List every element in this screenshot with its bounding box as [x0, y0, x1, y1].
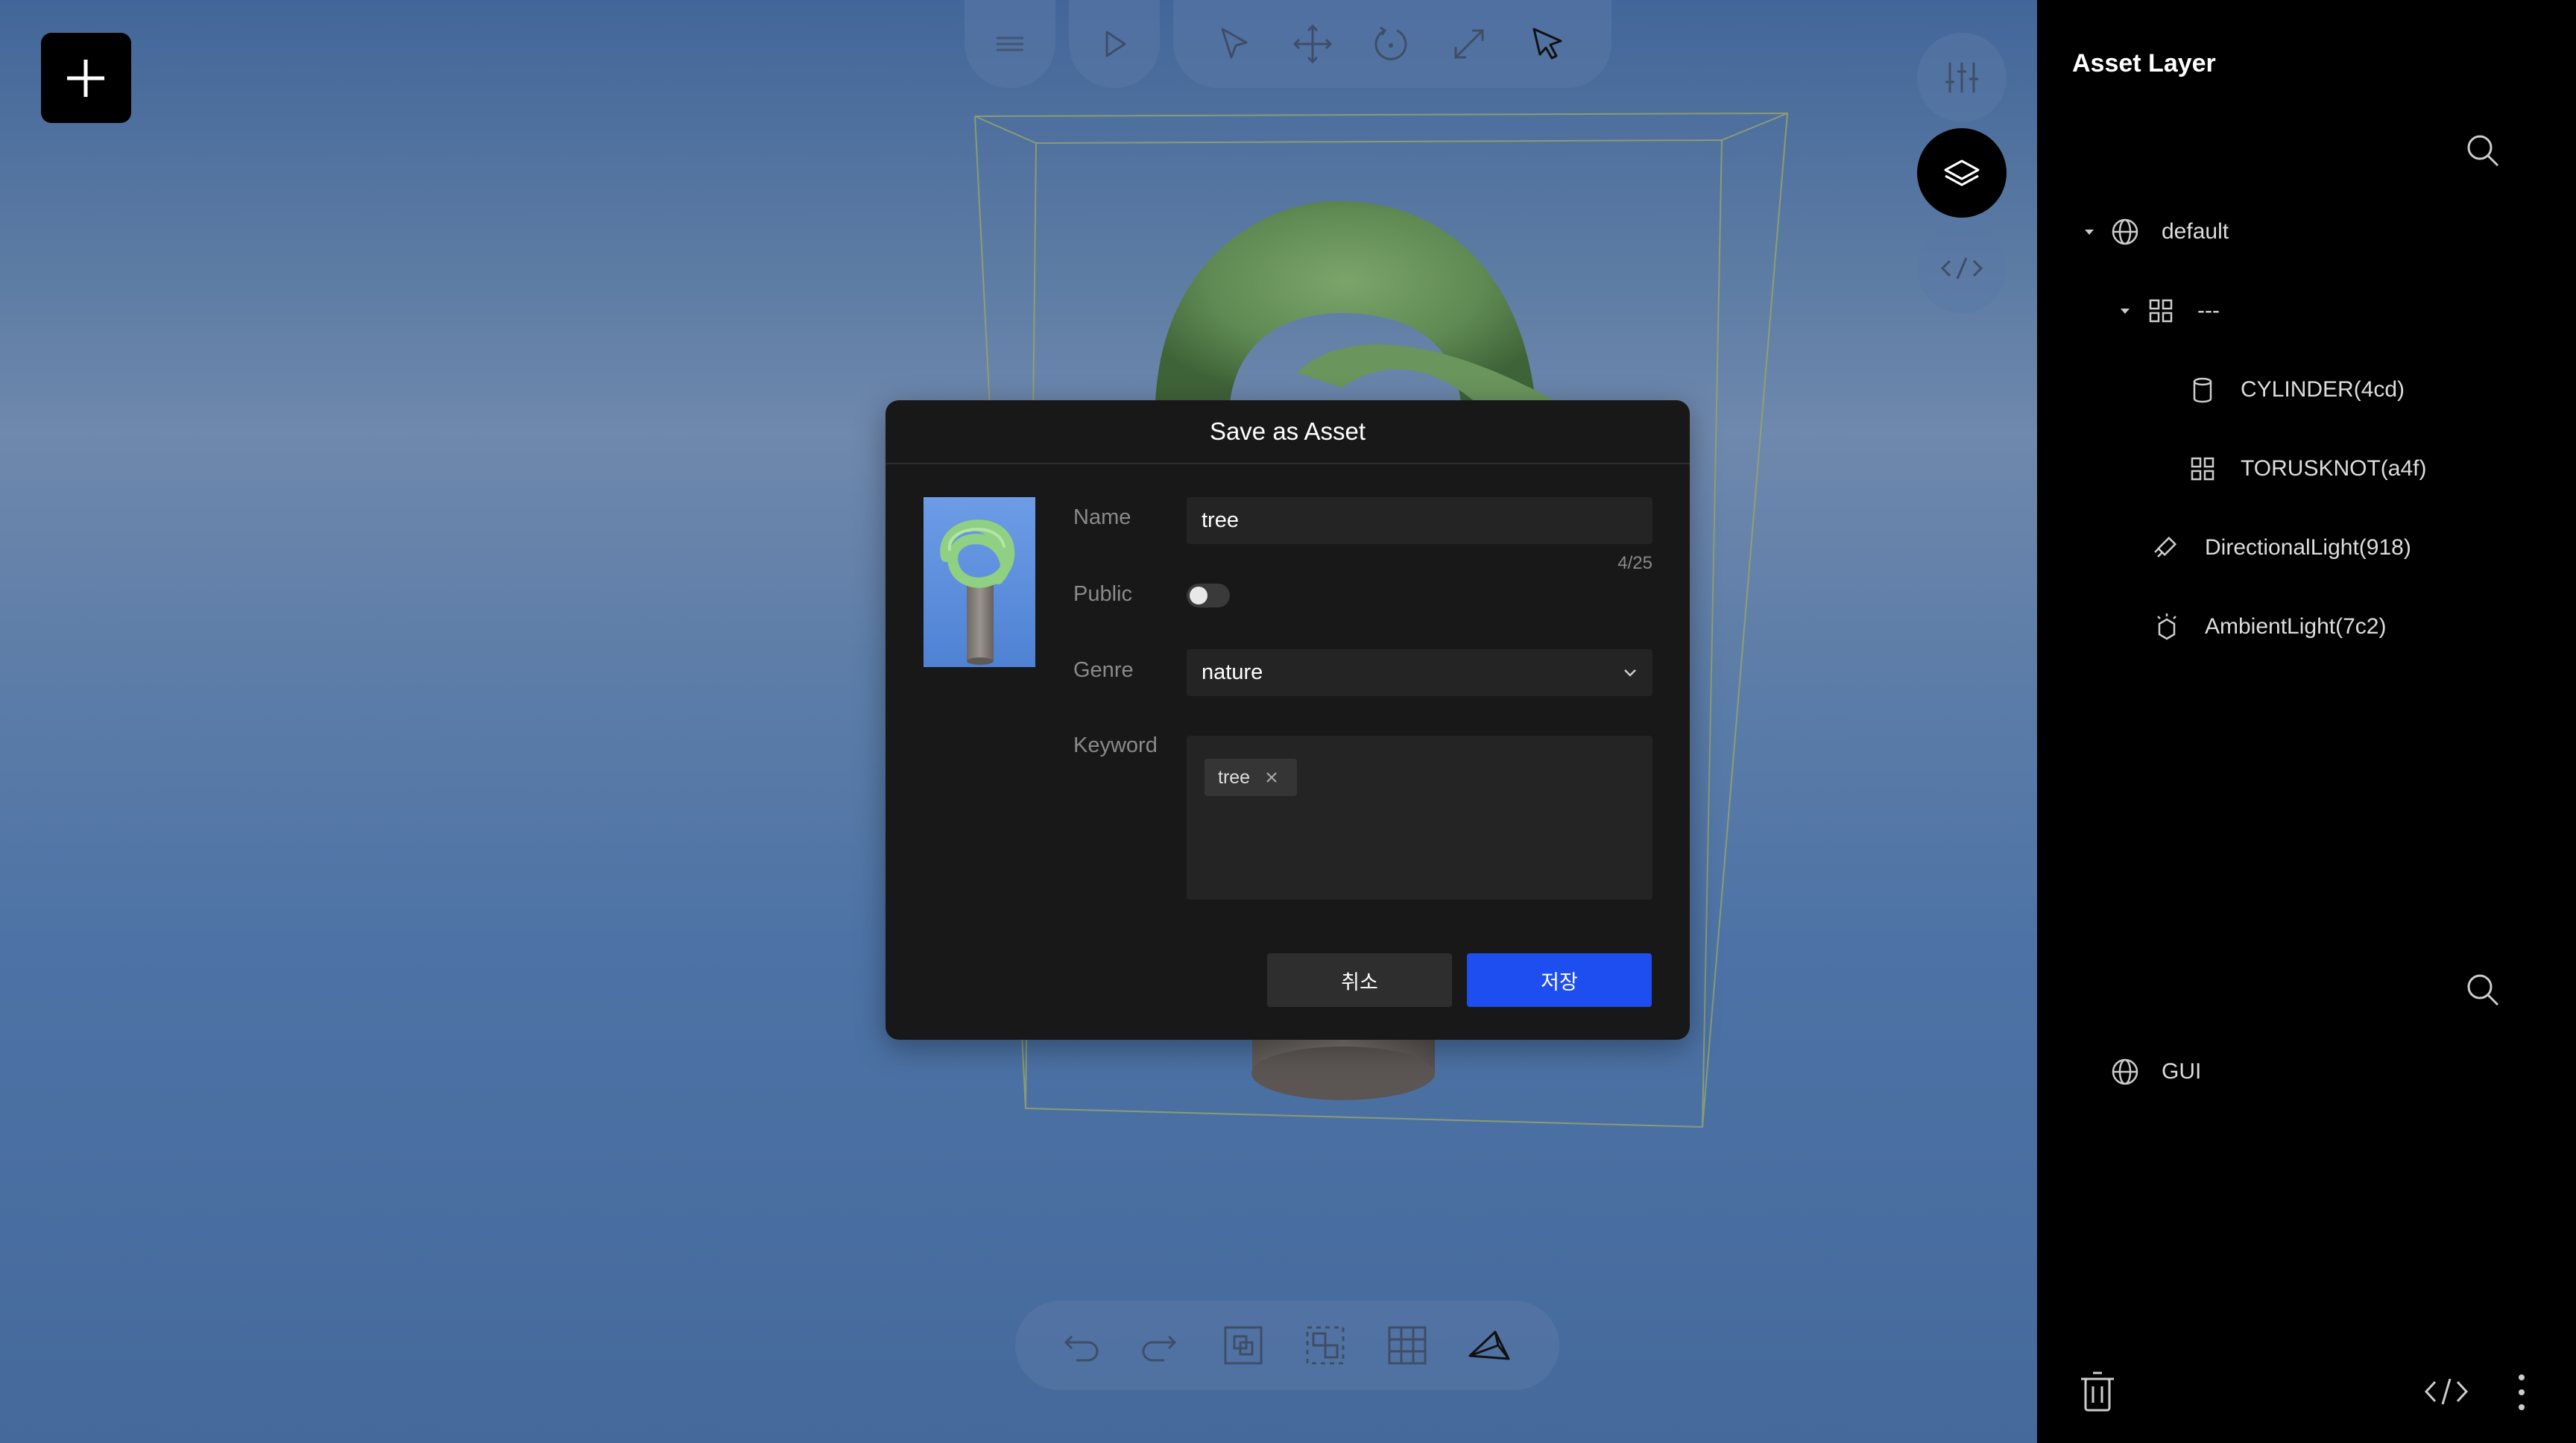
- pointer-active-icon[interactable]: [1524, 20, 1571, 68]
- group-grid-icon: [2149, 299, 2173, 323]
- scale-icon[interactable]: [1445, 20, 1493, 68]
- tree-node-label: ---: [2197, 298, 2220, 323]
- tree-node-torusknot[interactable]: TORUSKNOT(a4f): [2186, 446, 2544, 491]
- caret-down-icon[interactable]: [2082, 224, 2097, 239]
- tree-node-group[interactable]: ---: [2118, 288, 2490, 333]
- play-icon: [1090, 20, 1138, 68]
- caret-down-icon[interactable]: [2118, 303, 2133, 318]
- add-object-button[interactable]: [41, 33, 131, 123]
- tree-node-label: TORUSKNOT(a4f): [2241, 456, 2427, 481]
- transform-toolbar: [1173, 0, 1611, 88]
- toggle-knob: [1190, 587, 1208, 604]
- settings-button[interactable]: [1917, 33, 2007, 122]
- dialog-title: Save as Asset: [886, 400, 1690, 464]
- tree-node-gui[interactable]: GUI: [2109, 1049, 2481, 1094]
- play-button[interactable]: [1069, 0, 1160, 88]
- redo-icon[interactable]: [1137, 1322, 1185, 1369]
- keyword-tag: tree: [1205, 759, 1297, 796]
- grid-icon[interactable]: [1383, 1322, 1431, 1369]
- search-icon: [2467, 135, 2499, 167]
- public-label: Public: [1073, 582, 1132, 606]
- globe-icon: [2112, 218, 2138, 245]
- move-icon[interactable]: [1289, 20, 1336, 68]
- code-icon[interactable]: [2423, 1373, 2469, 1410]
- hamburger-icon: [986, 20, 1034, 68]
- bottom-toolbar: [1015, 1301, 1559, 1390]
- 3d-viewport[interactable]: Save as Asset Name 4/25: [0, 0, 2037, 1443]
- name-label: Name: [1073, 505, 1131, 529]
- select-pointer-icon[interactable]: [1210, 20, 1258, 68]
- tree-node-label: default: [2162, 219, 2229, 244]
- save-button[interactable]: 저장: [1467, 953, 1652, 1007]
- keyword-label: Keyword: [1073, 733, 1158, 757]
- save-asset-dialog: Save as Asset Name 4/25: [886, 400, 1690, 1040]
- tree-node-default[interactable]: default: [2082, 209, 2499, 254]
- genre-select[interactable]: nature: [1187, 649, 1652, 696]
- name-char-count: 4/25: [1617, 553, 1652, 573]
- ungroup-icon[interactable]: [1301, 1322, 1349, 1369]
- code-icon: [1940, 257, 1983, 280]
- genre-label: Genre: [1073, 658, 1134, 682]
- directional-light-icon: [2154, 536, 2177, 558]
- keyword-tag-label: tree: [1218, 767, 1251, 788]
- tree-node-cylinder[interactable]: CYLINDER(4cd): [2186, 367, 2544, 412]
- search-button[interactable]: [2460, 128, 2505, 173]
- asset-thumbnail: [924, 497, 1035, 667]
- tree-node-label: DirectionalLight(918): [2205, 535, 2411, 560]
- search-icon: [2467, 974, 2499, 1006]
- tree-node-label: CYLINDER(4cd): [2241, 377, 2405, 402]
- cancel-button[interactable]: 취소: [1267, 953, 1452, 1007]
- plus-icon: [67, 60, 104, 97]
- sliders-icon: [1945, 63, 1978, 92]
- undo-icon[interactable]: [1055, 1322, 1103, 1369]
- tree-node-directional-light[interactable]: DirectionalLight(918): [2150, 525, 2538, 570]
- panel-title: Asset Layer: [2072, 49, 2216, 78]
- group-icon[interactable]: [1219, 1322, 1267, 1369]
- globe-icon: [2112, 1058, 2138, 1085]
- code-button[interactable]: [1917, 224, 2007, 313]
- tree-node-label: AmbientLight(7c2): [2205, 614, 2387, 639]
- cylinder-icon: [2193, 377, 2212, 403]
- layers-button[interactable]: [1917, 128, 2007, 218]
- genre-selected-value: nature: [1202, 660, 1263, 684]
- public-toggle[interactable]: [1187, 584, 1230, 607]
- rotate-icon[interactable]: [1367, 20, 1415, 68]
- layers-icon: [1944, 160, 1980, 186]
- camera-icon[interactable]: [1465, 1322, 1513, 1369]
- name-input[interactable]: [1187, 497, 1652, 544]
- close-icon[interactable]: [1263, 768, 1281, 786]
- keyword-input[interactable]: tree: [1187, 736, 1652, 900]
- asset-layer-panel: Asset Layer default --- CYLINDER(4cd) TO…: [2037, 0, 2576, 1443]
- more-vertical-icon[interactable]: [2514, 1371, 2529, 1413]
- menu-button[interactable]: [965, 0, 1055, 88]
- search-button[interactable]: [2460, 967, 2505, 1012]
- trash-icon[interactable]: [2078, 1370, 2117, 1413]
- tree-node-label: GUI: [2162, 1059, 2202, 1084]
- group-grid-icon: [2191, 457, 2214, 481]
- chevron-down-icon: [1624, 669, 1636, 677]
- ambient-light-icon: [2157, 613, 2176, 640]
- tree-node-ambient-light[interactable]: AmbientLight(7c2): [2150, 604, 2538, 649]
